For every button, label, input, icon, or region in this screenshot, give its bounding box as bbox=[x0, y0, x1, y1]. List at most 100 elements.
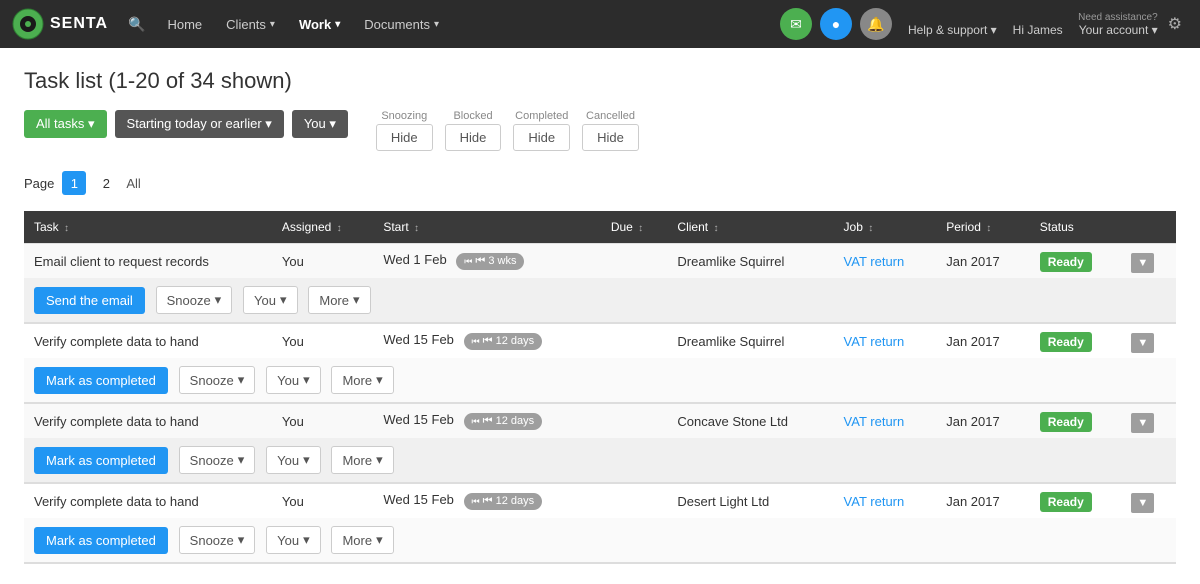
bell-icon-btn[interactable]: 🔔 bbox=[860, 8, 892, 40]
task-dropdown-cell: ▼ bbox=[1121, 244, 1176, 279]
task-action-row: Mark as completed Snooze ▾ You ▾ More ▾ bbox=[24, 358, 1176, 403]
task-job-link[interactable]: VAT return bbox=[844, 414, 905, 429]
col-actions bbox=[1121, 211, 1176, 244]
task-client-cell: Dreamlike Squirrel bbox=[667, 323, 833, 358]
nav-links: Help & support ▾ Hi James Your account ▾ bbox=[908, 23, 1158, 37]
more-caret-icon: ▾ bbox=[376, 532, 383, 548]
status-badge: Ready bbox=[1040, 332, 1092, 352]
all-tasks-button[interactable]: All tasks ▾ bbox=[24, 110, 107, 138]
more-button[interactable]: More ▾ bbox=[331, 446, 393, 474]
task-client-cell: Desert Light Ltd bbox=[667, 483, 833, 518]
task-dropdown-cell: ▼ bbox=[1121, 483, 1176, 518]
primary-action-button[interactable]: Send the email bbox=[34, 287, 145, 314]
overdue-badge: ⏮ 12 days bbox=[464, 333, 543, 350]
you-button[interactable]: You ▾ bbox=[266, 526, 320, 554]
overdue-badge: ⏮ 12 days bbox=[464, 413, 543, 430]
col-due[interactable]: Due ↕ bbox=[601, 211, 668, 244]
you-caret-icon: ▾ bbox=[280, 292, 287, 308]
snooze-caret-icon: ▾ bbox=[238, 452, 245, 468]
more-caret-icon: ▾ bbox=[376, 372, 383, 388]
task-sort-icon: ↕ bbox=[64, 223, 69, 234]
status-badge: Ready bbox=[1040, 412, 1092, 432]
starting-today-button[interactable]: Starting today or earlier ▾ bbox=[115, 110, 284, 138]
nav-work[interactable]: Work ▾ bbox=[289, 11, 350, 38]
blocked-hide: Blocked Hide bbox=[445, 110, 502, 151]
snooze-button[interactable]: Snooze ▾ bbox=[179, 526, 256, 554]
row-dropdown-icon[interactable]: ▼ bbox=[1131, 253, 1154, 273]
email-icon-btn[interactable]: ✉ bbox=[780, 8, 812, 40]
status-badge: Ready bbox=[1040, 492, 1092, 512]
more-button[interactable]: More ▾ bbox=[331, 366, 393, 394]
work-caret: ▾ bbox=[335, 19, 340, 30]
snooze-caret-icon: ▾ bbox=[238, 372, 245, 388]
primary-action-button[interactable]: Mark as completed bbox=[34, 367, 168, 394]
row-dropdown-icon[interactable]: ▼ bbox=[1131, 333, 1154, 353]
you-filter-button[interactable]: You ▾ bbox=[292, 110, 348, 138]
job-sort-icon: ↕ bbox=[868, 223, 873, 234]
task-status-cell: Ready bbox=[1030, 244, 1122, 279]
nav-home[interactable]: Home bbox=[157, 11, 212, 38]
col-task[interactable]: Task ↕ bbox=[24, 211, 272, 244]
snooze-button[interactable]: Snooze ▾ bbox=[179, 366, 256, 394]
you-button[interactable]: You ▾ bbox=[243, 286, 297, 314]
snoozing-label: Snoozing bbox=[381, 110, 427, 122]
nav-icons: ✉ ● 🔔 bbox=[780, 8, 892, 40]
your-account-link[interactable]: Your account ▾ bbox=[1079, 23, 1158, 37]
more-button[interactable]: More ▾ bbox=[308, 286, 370, 314]
nav-clients[interactable]: Clients ▾ bbox=[216, 11, 285, 38]
you-button[interactable]: You ▾ bbox=[266, 366, 320, 394]
cancelled-hide-button[interactable]: Hide bbox=[582, 124, 639, 151]
page-all[interactable]: All bbox=[126, 176, 140, 191]
overdue-badge: ⏮ 3 wks bbox=[456, 253, 524, 270]
task-name-cell: Email client to request records bbox=[24, 244, 272, 279]
task-due-cell bbox=[601, 323, 668, 358]
table-header: Task ↕ Assigned ↕ Start ↕ Due ↕ Client ↕… bbox=[24, 211, 1176, 244]
col-start[interactable]: Start ↕ bbox=[373, 211, 600, 244]
table-row: Verify complete data to hand You Wed 15 … bbox=[24, 483, 1176, 518]
snoozing-hide-button[interactable]: Hide bbox=[376, 124, 433, 151]
logo[interactable]: SENTA bbox=[12, 8, 108, 40]
search-icon[interactable]: 🔍 bbox=[120, 10, 153, 39]
col-period[interactable]: Period ↕ bbox=[936, 211, 1030, 244]
primary-action-button[interactable]: Mark as completed bbox=[34, 527, 168, 554]
task-dropdown-cell: ▼ bbox=[1121, 403, 1176, 438]
task-job-link[interactable]: VAT return bbox=[844, 334, 905, 349]
task-job-link[interactable]: VAT return bbox=[844, 254, 905, 269]
col-client[interactable]: Client ↕ bbox=[667, 211, 833, 244]
task-job-cell: VAT return bbox=[834, 323, 937, 358]
col-job[interactable]: Job ↕ bbox=[834, 211, 937, 244]
page-title: Task list (1-20 of 34 shown) bbox=[24, 68, 1176, 94]
col-assigned[interactable]: Assigned ↕ bbox=[272, 211, 373, 244]
primary-action-button[interactable]: Mark as completed bbox=[34, 447, 168, 474]
help-support-link[interactable]: Help & support ▾ bbox=[908, 23, 997, 37]
task-action-row: Send the email Snooze ▾ You ▾ More ▾ bbox=[24, 278, 1176, 323]
blocked-hide-button[interactable]: Hide bbox=[445, 124, 502, 151]
page-1[interactable]: 1 bbox=[62, 171, 86, 195]
row-dropdown-icon[interactable]: ▼ bbox=[1131, 493, 1154, 513]
task-client-cell: Concave Stone Ltd bbox=[667, 403, 833, 438]
action-row-td: Mark as completed Snooze ▾ You ▾ More ▾ bbox=[24, 438, 1176, 483]
more-button[interactable]: More ▾ bbox=[331, 526, 393, 554]
globe-icon-btn[interactable]: ● bbox=[820, 8, 852, 40]
row-dropdown-icon[interactable]: ▼ bbox=[1131, 413, 1154, 433]
documents-caret: ▾ bbox=[434, 19, 439, 30]
completed-hide-button[interactable]: Hide bbox=[513, 124, 570, 151]
task-client-cell: Dreamlike Squirrel bbox=[667, 244, 833, 279]
task-period-cell: Jan 2017 bbox=[936, 323, 1030, 358]
you-button[interactable]: You ▾ bbox=[266, 446, 320, 474]
task-job-cell: VAT return bbox=[834, 483, 937, 518]
page-2[interactable]: 2 bbox=[94, 171, 118, 195]
settings-icon[interactable]: ⚙ bbox=[1162, 8, 1188, 40]
snooze-button[interactable]: Snooze ▾ bbox=[156, 286, 233, 314]
task-status-cell: Ready bbox=[1030, 483, 1122, 518]
task-action-row: Mark as completed Snooze ▾ You ▾ More ▾ bbox=[24, 518, 1176, 563]
col-status: Status bbox=[1030, 211, 1122, 244]
nav-documents[interactable]: Documents ▾ bbox=[354, 11, 449, 38]
action-row-td: Mark as completed Snooze ▾ You ▾ More ▾ bbox=[24, 518, 1176, 563]
action-row-td: Send the email Snooze ▾ You ▾ More ▾ bbox=[24, 278, 1176, 323]
task-start-cell: Wed 15 Feb ⏮ 12 days bbox=[373, 323, 600, 358]
snooze-button[interactable]: Snooze ▾ bbox=[179, 446, 256, 474]
task-job-link[interactable]: VAT return bbox=[844, 494, 905, 509]
task-tbody: Email client to request records You Wed … bbox=[24, 244, 1176, 564]
logo-text: SENTA bbox=[50, 15, 108, 33]
